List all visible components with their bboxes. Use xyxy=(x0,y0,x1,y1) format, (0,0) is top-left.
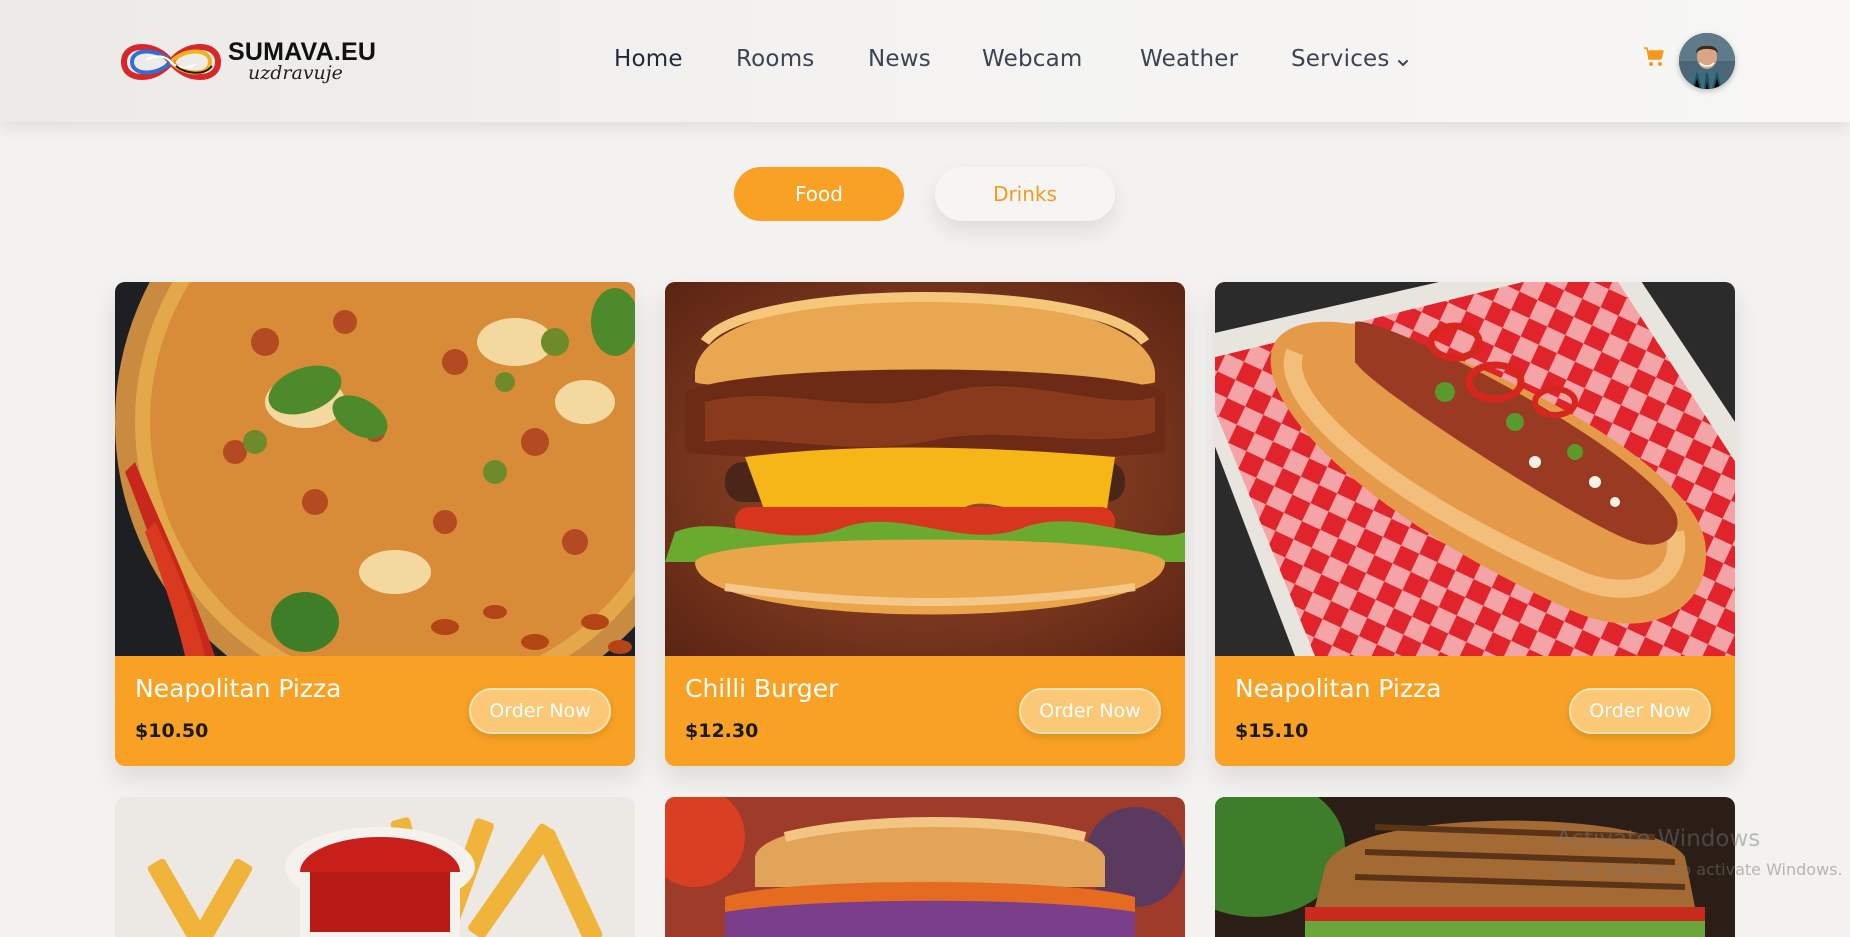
product-card-hotdog: Neapolitan Pizza $15.10 Order Now xyxy=(1215,282,1735,766)
order-now-button[interactable]: Order Now xyxy=(1569,688,1711,734)
product-name: Neapolitan Pizza xyxy=(1235,674,1442,703)
infinity-logo-icon xyxy=(120,44,222,80)
logo-tagline: uzdravuje xyxy=(248,62,343,84)
food-filter-button[interactable]: Food xyxy=(734,167,904,221)
user-avatar[interactable] xyxy=(1679,33,1735,89)
product-name: Chilli Burger xyxy=(685,674,839,703)
cart-icon[interactable] xyxy=(1643,45,1667,69)
hotdog-image xyxy=(1215,282,1735,656)
burger-image xyxy=(665,282,1185,656)
chevron-down-icon[interactable] xyxy=(1396,56,1410,70)
top-navbar: SUMAVA.EU uzdravuje Home Rooms News Webc… xyxy=(0,0,1850,122)
nav-services[interactable]: Services xyxy=(1291,46,1390,72)
nav-home[interactable]: Home xyxy=(614,46,683,72)
drinks-filter-button[interactable]: Drinks xyxy=(935,167,1115,221)
nav-webcam[interactable]: Webcam xyxy=(982,46,1083,72)
nav-weather[interactable]: Weather xyxy=(1140,46,1238,72)
activation-watermark-title: Activate Windows xyxy=(1556,826,1761,852)
pizza-image xyxy=(115,282,635,656)
sandwich-image xyxy=(665,797,1185,937)
user-photo-icon xyxy=(1679,33,1735,89)
product-card-pizza: Neapolitan Pizza $10.50 Order Now xyxy=(115,282,635,766)
order-now-button[interactable]: Order Now xyxy=(469,688,611,734)
product-card-sandwich xyxy=(665,797,1185,937)
fries-image xyxy=(115,797,635,937)
site-logo[interactable]: SUMAVA.EU uzdravuje xyxy=(116,36,386,88)
nav-news[interactable]: News xyxy=(868,46,931,72)
product-card-burger: Chilli Burger $12.30 Order Now xyxy=(665,282,1185,766)
product-name: Neapolitan Pizza xyxy=(135,674,342,703)
product-price: $15.10 xyxy=(1235,720,1309,742)
product-card-fries xyxy=(115,797,635,937)
nav-rooms[interactable]: Rooms xyxy=(736,46,814,72)
product-price: $12.30 xyxy=(685,720,759,742)
product-price: $10.50 xyxy=(135,720,209,742)
order-now-button[interactable]: Order Now xyxy=(1019,688,1161,734)
activation-watermark-subtitle: Go to Settings to activate Windows. xyxy=(1556,860,1843,879)
